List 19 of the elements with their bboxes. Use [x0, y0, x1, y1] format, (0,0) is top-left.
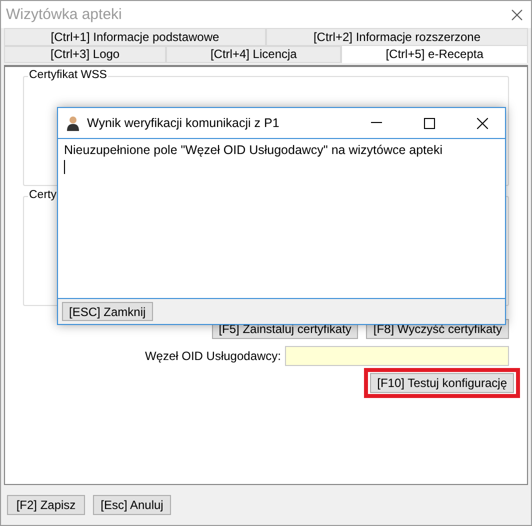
tab[interactable]: [Ctrl+5] e-Recepta	[341, 44, 528, 64]
tab[interactable]: [Ctrl+1] Informacje podstawowe	[4, 28, 266, 46]
close-icon[interactable]	[511, 8, 523, 21]
close-button[interactable]: [ESC] Zamknij	[62, 302, 153, 321]
group-title: Certy	[28, 189, 58, 202]
footer-button[interactable]: [Esc] Anuluj	[93, 495, 171, 515]
text-cursor	[64, 160, 65, 174]
tab[interactable]: [Ctrl+4] Licencja	[166, 46, 342, 64]
test-button[interactable]: [F10] Testuj konfigurację	[370, 373, 514, 394]
window-title: Wizytówka apteki	[6, 6, 122, 24]
dialog-title: Wynik weryfikacji komunikacji z P1	[87, 116, 280, 130]
group-title: Certyfikat WSS	[28, 69, 108, 82]
message-text: Nieuzupełnione pole "Węzeł OID Usługodawcy" na wizytówce apteki	[64, 143, 443, 157]
footer-button[interactable]: [F2] Zapisz	[7, 495, 85, 515]
tab[interactable]: [Ctrl+3] Logo	[4, 46, 166, 64]
oid-input-field[interactable]	[285, 346, 509, 366]
field-label: Węzeł OID Usługodawcy:	[144, 349, 281, 364]
person-icon	[66, 115, 80, 131]
tab[interactable]: [Ctrl+2] Informacje rozszerzone	[266, 28, 528, 46]
